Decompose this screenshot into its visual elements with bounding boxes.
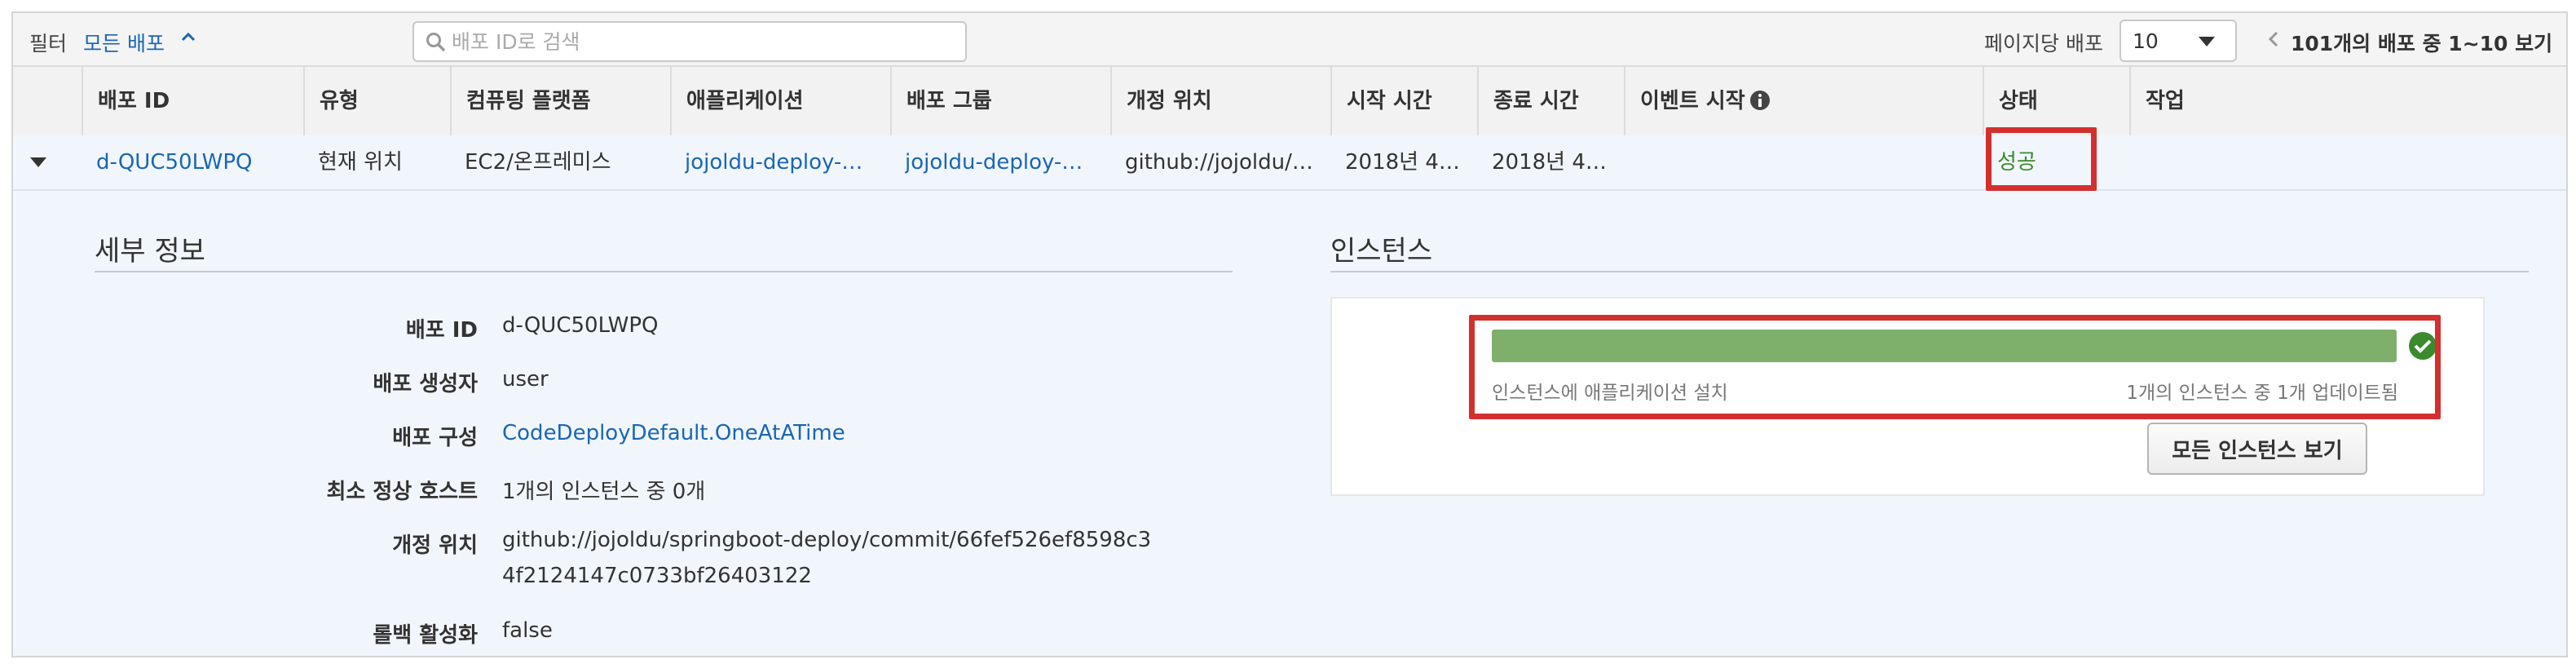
caret-down-icon xyxy=(2199,37,2215,46)
status-highlight-box xyxy=(1986,127,2097,191)
detail-label-deployment-id: 배포 ID xyxy=(405,318,478,343)
chevron-up-icon[interactable] xyxy=(181,31,196,42)
cell-action xyxy=(2144,135,2470,189)
per-page-label: 페이지당 배포 xyxy=(1984,32,2103,55)
filter-label: 필터 xyxy=(29,32,68,55)
detail-label-config: 배포 구성 xyxy=(392,426,478,450)
column-deployment-id[interactable]: 배포 ID xyxy=(82,67,303,135)
column-type[interactable]: 유형 xyxy=(303,67,450,135)
toolbar: 필터 모든 배포 페이지당 배포 10 101개의 배포 중 1~10 보기 xyxy=(13,13,2566,67)
column-event-start[interactable]: 이벤트 시작 xyxy=(1624,67,1983,135)
table-header: 배포 ID 유형 컴퓨팅 플랫폼 애플리케이션 배포 그룹 개정 위치 시작 시… xyxy=(13,67,2566,137)
cell-event-start xyxy=(1639,135,1965,189)
detail-label-rollback: 롤백 활성화 xyxy=(373,623,478,648)
cell-type: 현재 위치 xyxy=(318,150,403,175)
column-deployment-group[interactable]: 배포 그룹 xyxy=(890,67,1110,135)
column-platform[interactable]: 컴퓨팅 플랫폼 xyxy=(450,67,670,135)
cell-platform: EC2/온프레미스 xyxy=(465,150,611,175)
pagination-summary: 101개의 배포 중 1~10 보기 xyxy=(2291,32,2553,55)
search-box[interactable] xyxy=(412,21,967,62)
view-all-instances-button[interactable]: 모든 인스턴스 보기 xyxy=(2147,423,2367,475)
details-divider xyxy=(95,271,1233,272)
chevron-left-icon[interactable] xyxy=(2268,31,2279,47)
detail-value-deployment-id: d-QUC50LWPQ xyxy=(502,313,659,338)
cell-revision: github://jojoldu/… xyxy=(1125,150,1313,175)
per-page-value: 10 xyxy=(2133,29,2159,53)
caret-down-icon[interactable] xyxy=(29,157,47,168)
column-application[interactable]: 애플리케이션 xyxy=(670,67,890,135)
column-status[interactable]: 상태 xyxy=(1983,67,2129,135)
detail-value-rollback: false xyxy=(502,618,553,643)
deployments-panel: 필터 모든 배포 페이지당 배포 10 101개의 배포 중 1~10 보기 배… xyxy=(11,11,2568,657)
search-icon xyxy=(426,33,446,52)
column-revision[interactable]: 개정 위치 xyxy=(1110,67,1330,135)
detail-label-revision: 개정 위치 xyxy=(392,533,478,558)
column-action[interactable]: 작업 xyxy=(2129,67,2566,135)
info-icon[interactable] xyxy=(1749,90,1771,111)
filter-dropdown[interactable]: 모든 배포 xyxy=(83,28,165,57)
instances-divider xyxy=(1330,271,2529,272)
cell-application[interactable]: jojoldu-deploy-… xyxy=(685,135,889,189)
progress-highlight-box xyxy=(1469,315,2441,419)
details-section-title: 세부 정보 xyxy=(95,235,205,268)
column-start-time[interactable]: 시작 시간 xyxy=(1330,67,1477,135)
detail-value-min-healthy: 1개의 인스턴스 중 0개 xyxy=(502,480,706,504)
detail-value-config-link[interactable]: CodeDeployDefault.OneAtATime xyxy=(502,421,845,445)
table-row[interactable]: d-QUC50LWPQ 현재 위치 EC2/온프레미스 jojoldu-depl… xyxy=(13,135,2566,191)
detail-value-revision: github://jojoldu/springboot-deploy/commi… xyxy=(502,528,1152,588)
detail-label-creator: 배포 생성자 xyxy=(373,372,478,396)
per-page-select[interactable]: 10 xyxy=(2119,20,2237,62)
search-input[interactable] xyxy=(450,29,942,55)
detail-label-min-healthy: 최소 정상 호스트 xyxy=(326,480,478,504)
detail-value-creator: user xyxy=(502,367,549,392)
instances-section-title: 인스턴스 xyxy=(1330,235,1433,268)
cell-start-time: 2018년 4… xyxy=(1345,150,1460,175)
cell-end-time: 2018년 4… xyxy=(1492,150,1607,175)
cell-deployment-id[interactable]: d-QUC50LWPQ xyxy=(96,135,300,189)
column-end-time[interactable]: 종료 시간 xyxy=(1477,67,1624,135)
cell-deployment-group[interactable]: jojoldu-deploy-… xyxy=(905,135,1109,189)
